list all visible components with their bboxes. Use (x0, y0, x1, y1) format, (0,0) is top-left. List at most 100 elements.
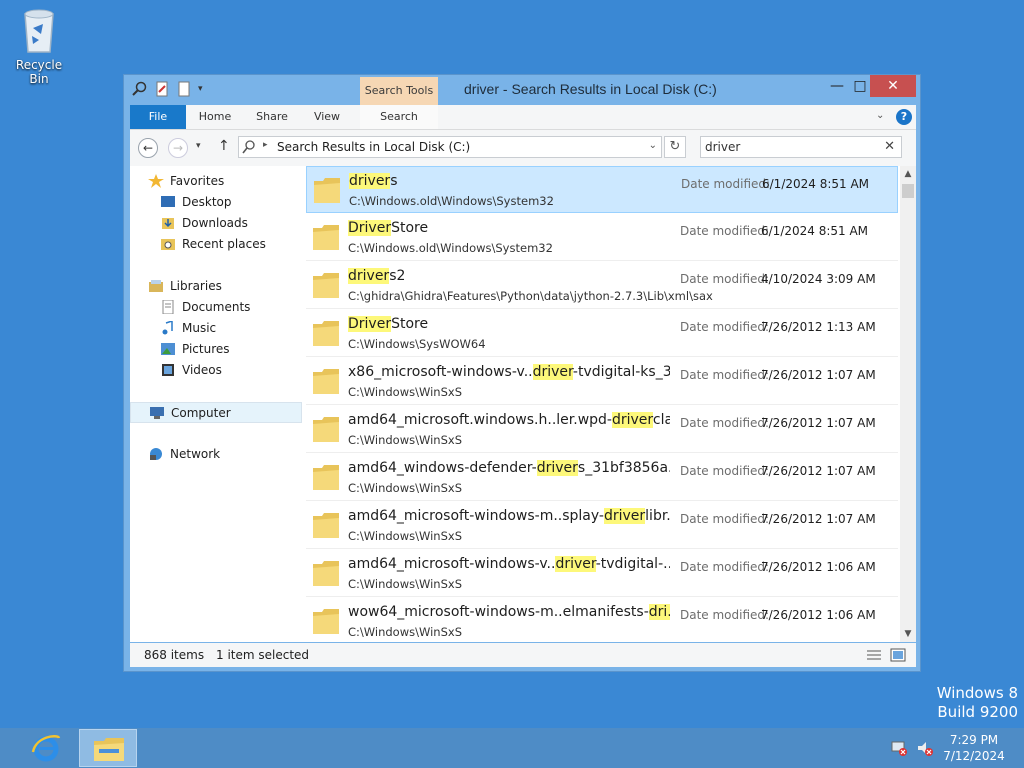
clear-search-icon[interactable]: ✕ (884, 139, 895, 154)
search-box[interactable]: ✕ (700, 136, 902, 158)
network-tray-icon[interactable] (890, 739, 908, 757)
back-button[interactable]: ← (138, 138, 158, 158)
search-input[interactable] (705, 139, 875, 155)
result-name-match: driver (536, 460, 578, 476)
nav-recent-places[interactable]: Recent places (130, 234, 302, 255)
date-modified-label: Date modified: (680, 560, 770, 574)
nav-favorites[interactable]: Favorites (130, 171, 302, 192)
internet-explorer-icon[interactable] (30, 732, 62, 764)
file-explorer-taskbar-button[interactable] (79, 729, 137, 767)
date-modified-label: Date modified: (680, 224, 770, 238)
result-name-match: driver (555, 556, 596, 572)
result-row[interactable]: amd64_microsoft-windows-v..driver-tvdigi… (306, 550, 898, 597)
expand-ribbon-icon[interactable]: ⌄ (876, 110, 888, 122)
volume-tray-icon[interactable] (916, 739, 934, 757)
content-area: Favorites Desktop Downloads Recent place… (130, 166, 916, 642)
nav-recent-places-label: Recent places (182, 237, 266, 251)
network-group: Network (130, 444, 302, 465)
result-row[interactable]: DriverStore C:\Windows\SysWOW64 Date mod… (306, 310, 898, 357)
nav-libraries[interactable]: Libraries (130, 276, 302, 297)
search-tools-context-label: Search Tools (360, 77, 438, 105)
close-button[interactable]: ✕ (870, 75, 916, 97)
breadcrumb-arrow-icon[interactable]: ▸ (263, 140, 268, 150)
nav-music[interactable]: Music (130, 318, 302, 339)
watermark-line-2: Build 9200 (937, 703, 1018, 721)
recent-locations-icon[interactable]: ▾ (196, 141, 201, 151)
music-icon (160, 319, 176, 335)
maximize-button[interactable]: □ (850, 75, 870, 97)
date-modified-label: Date modified: (680, 272, 770, 286)
tab-search[interactable]: Search (360, 105, 438, 129)
details-view-icon[interactable] (866, 648, 882, 662)
new-folder-icon[interactable] (176, 81, 192, 97)
help-icon[interactable]: ? (896, 109, 912, 125)
result-row[interactable]: drivers2 C:\ghidra\Ghidra\Features\Pytho… (306, 262, 898, 309)
documents-icon (160, 299, 176, 315)
result-row[interactable]: amd64_microsoft-windows-m..splay-driverl… (306, 502, 898, 549)
nav-computer-label: Computer (171, 406, 231, 420)
result-row[interactable]: amd64_microsoft.windows.h..ler.wpd-drive… (306, 406, 898, 453)
navigation-bar: ← → ▾ ↑ ▸ Search Results in Local Disk (… (130, 130, 916, 166)
clock-date: 7/12/2024 (943, 749, 1005, 763)
folder-icon (312, 366, 340, 396)
tab-file[interactable]: File (130, 105, 186, 129)
date-modified-value: 7/26/2012 1:07 AM (761, 464, 876, 478)
result-path: C:\Windows.old\Windows\System32 (348, 241, 553, 255)
date-modified-value: 6/1/2024 8:51 AM (761, 224, 869, 238)
title-bar[interactable]: ▾ Search Tools driver - Search Results i… (124, 75, 920, 105)
file-explorer-icon (93, 735, 125, 766)
date-modified-label: Date modified: (680, 608, 770, 622)
recycle-bin-icon (19, 6, 59, 54)
address-bar[interactable]: ▸ Search Results in Local Disk (C:) ⌄ (238, 136, 662, 158)
nav-desktop[interactable]: Desktop (130, 192, 302, 213)
watermark-line-1: Windows 8 (936, 684, 1018, 702)
properties-icon[interactable] (154, 81, 170, 97)
date-modified-label: Date modified: (680, 464, 770, 478)
result-row[interactable]: drivers C:\Windows.old\Windows\System32 … (306, 166, 898, 213)
customize-qat-icon[interactable]: ▾ (198, 81, 214, 97)
nav-pictures[interactable]: Pictures (130, 339, 302, 360)
result-name: drivers2 (348, 268, 406, 284)
date-modified-label: Date modified: (680, 368, 770, 382)
tab-home[interactable]: Home (186, 105, 244, 129)
address-dropdown-icon[interactable]: ⌄ (649, 140, 657, 151)
result-name-match: dri... (648, 604, 670, 620)
nav-computer[interactable]: Computer (130, 402, 302, 423)
large-icons-view-icon[interactable] (890, 648, 906, 662)
scroll-thumb[interactable] (902, 184, 914, 198)
recycle-bin[interactable]: Recycle Bin (6, 6, 72, 86)
favorites-group: Favorites Desktop Downloads Recent place… (130, 171, 302, 255)
nav-videos[interactable]: Videos (130, 360, 302, 381)
result-row[interactable]: amd64_windows-defender-drivers_31bf3856a… (306, 454, 898, 501)
libraries-icon (148, 279, 164, 293)
folder-icon (312, 462, 340, 492)
result-row[interactable]: wow64_microsoft-windows-m..elmanifests-d… (306, 598, 898, 642)
date-modified-value: 7/26/2012 1:06 AM (761, 560, 876, 574)
system-clock[interactable]: 7:29 PM 7/12/2024 (942, 732, 1006, 764)
tab-view[interactable]: View (300, 105, 354, 129)
result-name: wow64_microsoft-windows-m..elmanifests-d… (348, 604, 670, 620)
vertical-scrollbar[interactable]: ▲ ▼ (900, 166, 916, 642)
result-name-match: driver (349, 173, 391, 189)
tab-share[interactable]: Share (244, 105, 300, 129)
up-button[interactable]: ↑ (218, 138, 230, 154)
nav-documents-label: Documents (182, 300, 251, 314)
videos-icon (160, 363, 176, 377)
scroll-up-icon[interactable]: ▲ (900, 166, 916, 182)
forward-button[interactable]: → (168, 138, 188, 158)
minimize-button[interactable]: — (824, 75, 850, 97)
result-name: amd64_windows-defender-drivers_31bf3856a… (348, 460, 670, 476)
result-row[interactable]: x86_microsoft-windows-v..driver-tvdigita… (306, 358, 898, 405)
search-location-icon (242, 140, 256, 154)
result-name: x86_microsoft-windows-v..driver-tvdigita… (348, 364, 670, 380)
scroll-down-icon[interactable]: ▼ (900, 626, 916, 642)
search-results-list: drivers C:\Windows.old\Windows\System32 … (306, 166, 898, 642)
nav-network[interactable]: Network (130, 444, 302, 465)
nav-downloads[interactable]: Downloads (130, 213, 302, 234)
status-bar: 868 items 1 item selected (130, 643, 916, 667)
nav-documents[interactable]: Documents (130, 297, 302, 318)
refresh-button[interactable]: ↻ (664, 136, 686, 158)
result-row[interactable]: DriverStore C:\Windows.old\Windows\Syste… (306, 214, 898, 261)
date-modified-value: 7/26/2012 1:06 AM (761, 608, 876, 622)
pictures-icon (160, 342, 176, 356)
